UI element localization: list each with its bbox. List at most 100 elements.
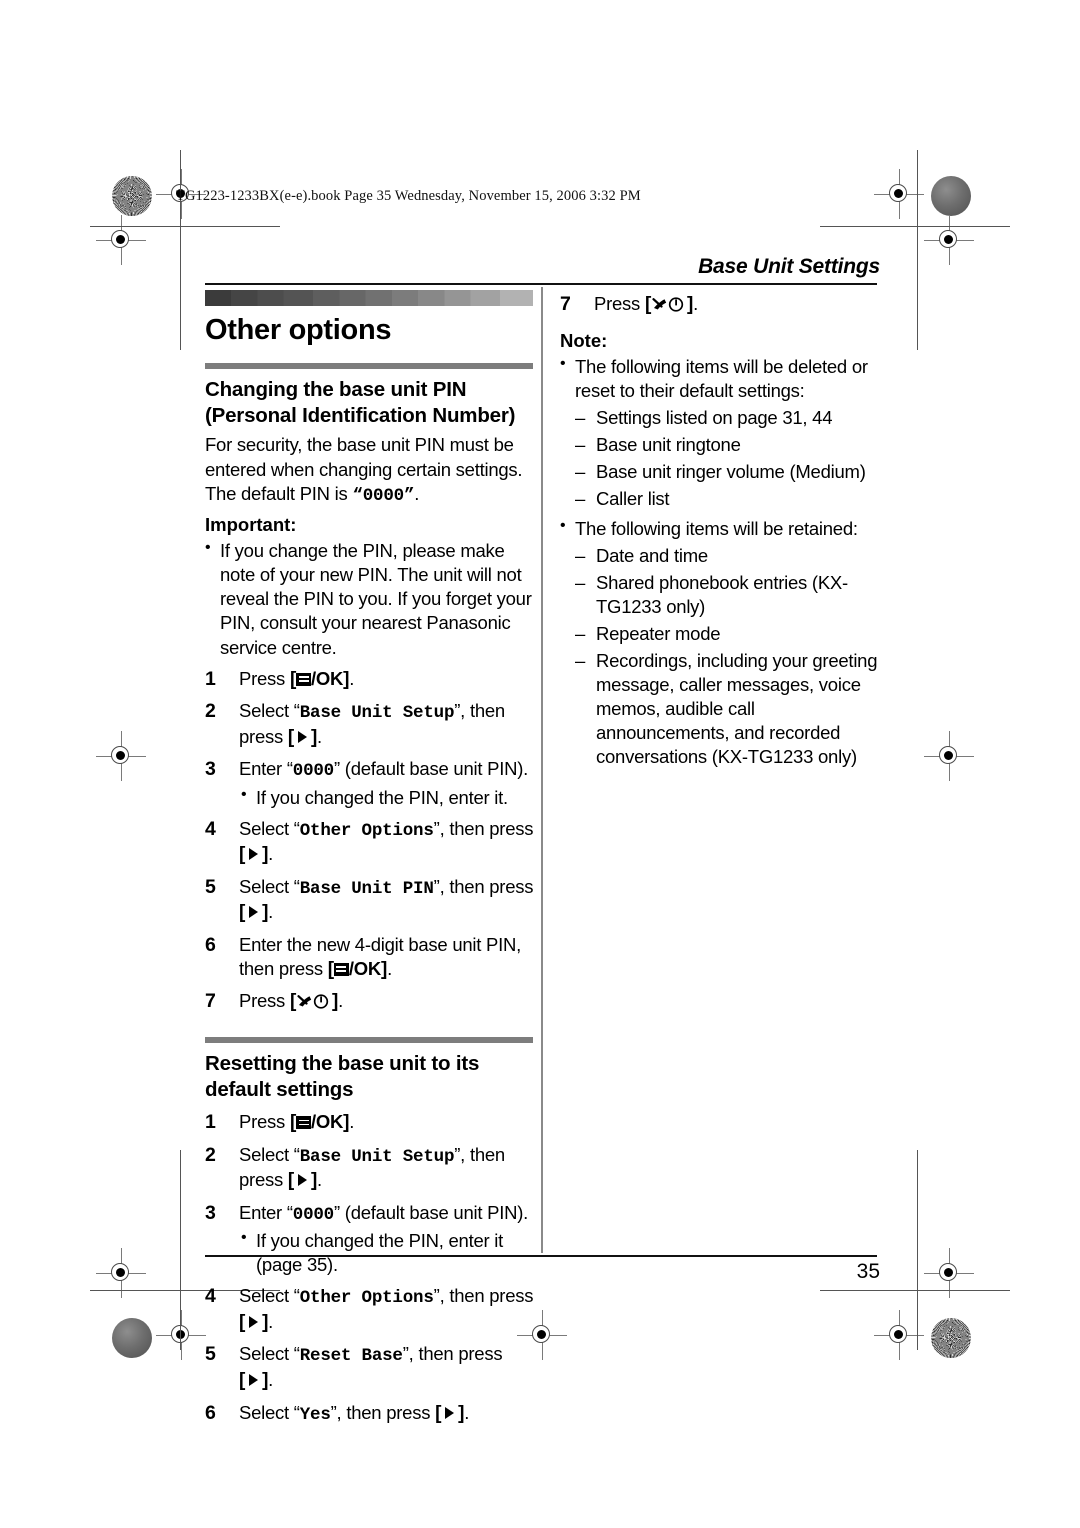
- step-text-mid: ” (default base unit PIN).: [334, 758, 529, 780]
- note-sub-list-retained: Date and time Shared phonebook entries (…: [575, 544, 890, 769]
- step-text-mid: ”, then press: [433, 817, 534, 839]
- menu-ok-key-icon: [/OK]: [289, 1111, 350, 1134]
- step-number: 1: [205, 667, 216, 690]
- step-5: 5 Select “Reset Base”, then press [].: [205, 1342, 535, 1393]
- registration-target-lower-right: [924, 1248, 974, 1298]
- running-head-title: Base Unit Settings: [698, 255, 880, 278]
- step-number: 6: [205, 933, 216, 956]
- menu-option-value: Base Unit Setup: [299, 1146, 455, 1167]
- right-arrow-key-icon: []: [239, 1311, 269, 1333]
- column-divider: [541, 287, 543, 1253]
- list-item: Recordings, including your greeting mess…: [575, 649, 890, 769]
- step-2: 2 Select “Base Unit Setup”, then press […: [205, 699, 535, 750]
- step-number: 3: [205, 758, 216, 781]
- step-text-tail: .: [349, 1111, 355, 1133]
- step-text-tail: .: [268, 901, 274, 923]
- important-bullet-list: If you change the PIN, please make note …: [205, 538, 535, 659]
- step-text-mid: ” (default base unit PIN).: [334, 1201, 529, 1223]
- chevron-right-icon: [297, 1174, 307, 1187]
- right-column: 7 Press []. Note: The following items wi…: [560, 292, 890, 769]
- step-number: 1: [205, 1111, 216, 1134]
- step-text-tail: .: [268, 1310, 274, 1332]
- trim-mark-bottom-right-horizontal: [820, 1290, 1010, 1292]
- pin-value: 0000: [292, 1204, 334, 1225]
- step-text-tail: .: [464, 1401, 470, 1423]
- chevron-right-icon: [249, 1315, 259, 1328]
- chevron-right-icon: [249, 1374, 259, 1387]
- subsection-2-steps: 1 Press [/OK]. 2 Select “Base Unit Setup…: [205, 1110, 535, 1426]
- step-4: 4 Select “Other Options”, then press [].: [205, 1284, 535, 1335]
- page-title: Other options: [205, 314, 392, 346]
- note-label: Note:: [560, 329, 608, 351]
- registration-target-upper-right: [924, 215, 974, 265]
- step-4: 4 Select “Other Options”, then press [].: [205, 817, 535, 868]
- right-arrow-key-icon: []: [287, 1170, 318, 1192]
- chevron-right-icon: [249, 848, 259, 861]
- step-number: 7: [205, 990, 216, 1013]
- menu-option-value: Yes: [299, 1404, 331, 1425]
- step-text-mid: ”, then press: [402, 1343, 503, 1365]
- step-number: 5: [205, 1343, 216, 1366]
- subsection-1-title-line-2: (Personal Identification Number): [205, 404, 516, 428]
- menu-icon: [333, 962, 349, 976]
- list-item: Shared phonebook entries (KX-TG1233 only…: [575, 571, 890, 619]
- subsection-1-intro: For security, the base unit PIN must be …: [205, 433, 535, 507]
- default-pin-value: “0000”: [352, 485, 415, 506]
- step-text: Select “: [239, 1285, 300, 1307]
- color-registration-starburst-top-left: [112, 176, 152, 216]
- off-power-key-icon: []: [644, 294, 694, 315]
- step-7: 7 Press [].: [205, 989, 535, 1015]
- menu-option-value: Reset Base: [299, 1346, 403, 1367]
- list-item: The following items will be deleted or r…: [560, 353, 890, 511]
- step-1: 1 Press [/OK].: [205, 667, 535, 693]
- trim-mark-top-right-horizontal: [820, 226, 1010, 228]
- note-sub-list-deleted: Settings listed on page 31, 44 Base unit…: [575, 406, 890, 511]
- phone-off-power-icon: [297, 994, 329, 1009]
- trim-mark-top-right-vertical: [917, 150, 919, 350]
- registration-target-top-right: [874, 169, 924, 219]
- step-number: 4: [205, 817, 216, 840]
- trim-mark-top-left-horizontal: [90, 226, 280, 228]
- important-label: Important:: [205, 514, 297, 536]
- color-registration-starburst-bottom-right: [931, 1318, 971, 1358]
- step-text: Press: [239, 667, 290, 689]
- subsection-2-title: Resetting the base unit to its default s…: [205, 1051, 535, 1103]
- list-item: Base unit ringer volume (Medium): [575, 460, 890, 484]
- step-6: 6 Enter the new 4-digit base unit PIN, t…: [205, 933, 535, 982]
- right-arrow-key-icon: []: [287, 726, 318, 748]
- pin-value: 0000: [292, 761, 334, 782]
- header-rule: [205, 283, 877, 285]
- step-text-tail: .: [317, 1169, 322, 1191]
- step-text: Select “: [239, 1401, 300, 1423]
- list-item: Repeater mode: [575, 622, 890, 646]
- list-item: The following items will be retained: Da…: [560, 516, 890, 769]
- step-text-tail: .: [338, 990, 343, 1012]
- step-number: 5: [205, 875, 216, 898]
- step-5: 5 Select “Base Unit PIN”, then press [].: [205, 875, 535, 926]
- page-number: 35: [856, 1260, 880, 1283]
- right-arrow-key-icon: []: [239, 844, 269, 866]
- step-2: 2 Select “Base Unit Setup”, then press […: [205, 1143, 535, 1194]
- step-text-mid: ”, then press: [433, 1285, 534, 1307]
- phone-off-power-icon: [652, 297, 684, 312]
- right-arrow-key-icon: []: [239, 1370, 269, 1392]
- step-text-tail: .: [317, 725, 322, 747]
- menu-ok-key-icon: [/OK]: [289, 667, 350, 690]
- step-text: Select “: [239, 817, 300, 839]
- step-number: 6: [205, 1401, 216, 1424]
- subsection-1-title-line-1: Changing the base unit PIN: [205, 378, 467, 401]
- step-text-tail: .: [349, 667, 355, 689]
- registration-target-bottom-right: [874, 1310, 924, 1360]
- subsection-rule-2: [205, 1036, 533, 1043]
- color-registration-patch-top-right: [931, 176, 971, 216]
- subsection-2-title-line-2: default settings: [205, 1077, 354, 1101]
- list-item: Settings listed on page 31, 44: [575, 406, 890, 430]
- step-text: Press: [239, 1111, 290, 1133]
- book-file-header: TG1223-1233BX(e-e).book Page 35 Wednesda…: [176, 188, 641, 204]
- subsection-1-steps: 1 Press [/OK]. 2 Select “Base Unit Setup…: [205, 667, 535, 1015]
- menu-option-value: Other Options: [299, 820, 434, 841]
- chevron-right-icon: [297, 730, 307, 743]
- step-number: 2: [205, 700, 216, 723]
- trim-mark-top-left-vertical: [180, 150, 182, 350]
- step-text-tail: .: [268, 843, 274, 865]
